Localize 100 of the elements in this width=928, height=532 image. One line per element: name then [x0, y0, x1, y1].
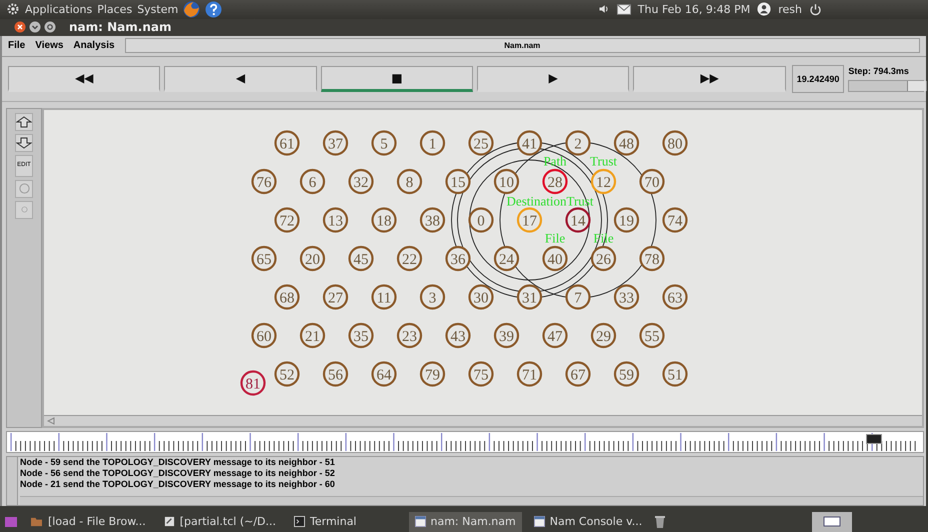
network-node[interactable]: 23: [396, 322, 422, 348]
menu-item[interactable]: File: [8, 40, 26, 52]
network-node[interactable]: 63: [662, 284, 688, 310]
network-node[interactable]: 45: [348, 246, 374, 271]
network-node[interactable]: 11: [371, 284, 397, 310]
mail-icon[interactable]: [616, 4, 631, 15]
zoom-out-button[interactable]: [15, 134, 33, 152]
network-node[interactable]: 2: [565, 130, 591, 156]
panel-menu[interactable]: System: [137, 2, 178, 16]
network-node[interactable]: 26: [590, 246, 616, 271]
playback-button[interactable]: ◀: [164, 66, 317, 92]
network-node[interactable]: 81: [240, 370, 266, 396]
network-node[interactable]: 68: [274, 284, 300, 310]
network-node[interactable]: 30: [468, 284, 494, 310]
network-node[interactable]: 36: [445, 246, 471, 271]
panel-menu[interactable]: Places: [97, 2, 132, 16]
taskbar-item[interactable]: Nam Console v...: [528, 512, 648, 532]
zoom-in-button[interactable]: [15, 112, 33, 131]
menu-item[interactable]: Views: [35, 40, 64, 52]
network-node[interactable]: 60: [251, 322, 277, 348]
network-node[interactable]: 17: [516, 207, 542, 232]
power-icon[interactable]: [809, 2, 822, 16]
user-name[interactable]: resh: [778, 2, 802, 16]
slider-thumb[interactable]: [907, 80, 928, 91]
playback-button[interactable]: ▶▶: [633, 66, 786, 92]
panel-menu[interactable]: Applications: [25, 2, 92, 16]
network-node[interactable]: 65: [251, 246, 277, 271]
network-node[interactable]: 14: [565, 207, 591, 232]
network-node[interactable]: 61: [274, 130, 300, 156]
network-node[interactable]: 35: [348, 322, 374, 348]
network-node[interactable]: 13: [322, 207, 348, 232]
network-node[interactable]: 32: [348, 168, 374, 194]
playback-button[interactable]: ◀◀: [8, 66, 160, 92]
playback-button[interactable]: ■: [320, 66, 474, 92]
network-node[interactable]: 52: [274, 361, 300, 386]
close-icon[interactable]: [14, 21, 26, 34]
network-node[interactable]: 29: [590, 322, 616, 348]
taskbar-item[interactable]: nam: Nam.nam: [408, 512, 522, 532]
network-node[interactable]: 75: [468, 361, 494, 386]
network-node[interactable]: 31: [516, 284, 542, 310]
network-node[interactable]: 37: [322, 130, 348, 156]
network-node[interactable]: 70: [639, 168, 665, 194]
network-node[interactable]: 41: [516, 130, 542, 156]
speaker-icon[interactable]: [598, 3, 610, 16]
network-node[interactable]: 1: [420, 130, 446, 156]
network-node[interactable]: 56: [322, 361, 348, 386]
horizontal-scrollbar[interactable]: [44, 414, 922, 426]
network-node[interactable]: 51: [662, 361, 688, 386]
network-node[interactable]: 48: [614, 130, 640, 156]
network-node[interactable]: 33: [614, 284, 640, 310]
network-node[interactable]: 67: [565, 361, 591, 386]
taskbar-item[interactable]: [partial.tcl (~/D...: [158, 512, 282, 532]
network-node[interactable]: 59: [614, 361, 640, 386]
desktop-icon[interactable]: [4, 514, 18, 529]
network-node[interactable]: 24: [494, 246, 520, 271]
playback-button[interactable]: ▶: [477, 66, 630, 92]
network-node[interactable]: 76: [251, 168, 277, 194]
network-node[interactable]: 71: [516, 361, 542, 386]
network-node[interactable]: 72: [274, 207, 300, 232]
time-slider[interactable]: [6, 430, 924, 453]
vertical-scrollbar[interactable]: [7, 456, 18, 505]
network-node[interactable]: 12: [590, 168, 616, 194]
network-node[interactable]: 64: [371, 361, 397, 386]
network-node[interactable]: 43: [445, 322, 471, 348]
taskbar-item[interactable]: Terminal: [288, 512, 362, 532]
network-node[interactable]: 22: [396, 246, 422, 271]
menu-item[interactable]: Analysis: [73, 40, 115, 52]
network-node[interactable]: 0: [468, 207, 494, 232]
dot-tool-button[interactable]: [15, 200, 33, 219]
network-node[interactable]: 6: [300, 168, 326, 194]
network-node[interactable]: 80: [662, 130, 688, 156]
network-node[interactable]: 79: [420, 361, 446, 386]
network-node[interactable]: 27: [322, 284, 348, 310]
network-node[interactable]: 21: [300, 322, 326, 348]
network-node[interactable]: 8: [396, 168, 422, 194]
time-marker[interactable]: [866, 434, 882, 444]
network-node[interactable]: 5: [371, 130, 397, 156]
globe-icon[interactable]: [183, 0, 200, 18]
network-node[interactable]: 3: [420, 284, 446, 310]
network-node[interactable]: 7: [565, 284, 591, 310]
horizontal-scrollbar[interactable]: [20, 496, 923, 505]
step-slider[interactable]: [848, 80, 924, 92]
network-node[interactable]: 74: [662, 207, 688, 232]
network-node[interactable]: 10: [494, 168, 520, 194]
network-node[interactable]: 15: [445, 168, 471, 194]
clock-text[interactable]: Thu Feb 16, 9:48 PM: [638, 2, 750, 16]
network-node[interactable]: 40: [542, 246, 568, 271]
maximize-icon[interactable]: [44, 21, 56, 34]
trash-icon[interactable]: [654, 514, 666, 529]
network-node[interactable]: 38: [420, 207, 446, 232]
network-node[interactable]: 20: [300, 246, 326, 271]
workspace-icon[interactable]: [812, 512, 852, 532]
network-node[interactable]: 28: [542, 168, 568, 194]
network-node[interactable]: 55: [639, 322, 665, 348]
taskbar-item[interactable]: [load - File Brow...: [24, 512, 152, 532]
network-node[interactable]: 78: [639, 246, 665, 271]
network-node[interactable]: 25: [468, 130, 494, 156]
network-node[interactable]: 18: [371, 207, 397, 232]
help-icon[interactable]: [205, 0, 222, 18]
minimize-icon[interactable]: [29, 21, 41, 34]
